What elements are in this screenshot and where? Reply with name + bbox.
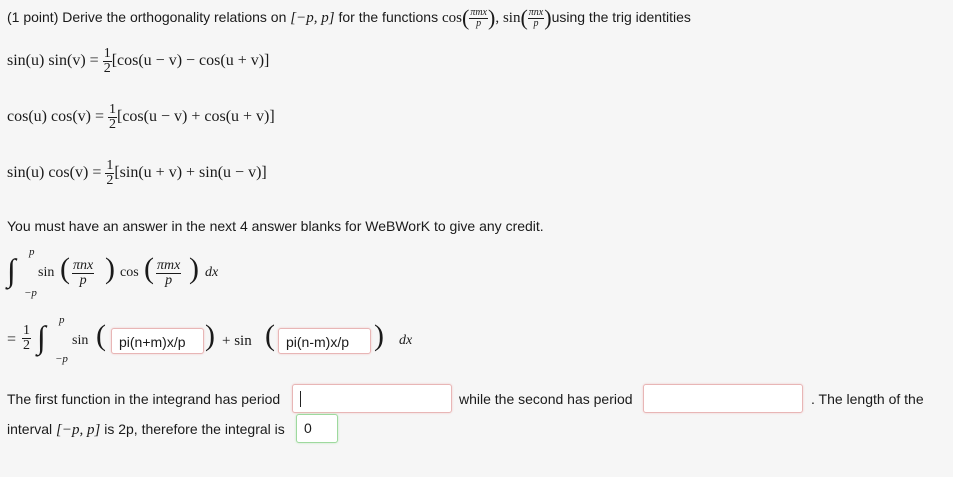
- instruction-text: You must have an answer in the next 4 an…: [7, 218, 544, 234]
- header-sin-arg: πnx p: [527, 6, 545, 29]
- header-interval: [−p, p]: [290, 10, 335, 26]
- header-cos-arg: πmx p: [469, 6, 488, 29]
- integral2-half: 12: [22, 323, 31, 353]
- integral2-upper: p: [59, 314, 65, 326]
- integral-lower: −p: [24, 287, 37, 299]
- answer-box-5[interactable]: 0: [296, 414, 338, 443]
- integral-upper: p: [29, 246, 35, 258]
- integral2-sin: sin: [72, 333, 89, 348]
- identity-sin-cos: sin(u) cos(v) = 1 2 [sin(u + v) + sin(u − …: [7, 158, 267, 188]
- sentence-part3: . The length of the: [811, 391, 924, 407]
- integral-sin: sin: [38, 265, 55, 280]
- sentence-interval: [−p, p]: [56, 422, 101, 438]
- answer-box-2[interactable]: pi(n-m)x/p: [278, 328, 371, 354]
- integral-cos: cos: [120, 265, 139, 280]
- header-prefix: (1 point) Derive the orthogonality relat…: [7, 9, 287, 25]
- integral-arg1: πnx p: [72, 258, 95, 288]
- header-suffix: using the trig identities: [551, 9, 691, 25]
- answer-box-1[interactable]: pi(n+m)x/p: [111, 328, 204, 354]
- header-sin: sin: [502, 10, 521, 26]
- answer-box-4[interactable]: [643, 384, 803, 413]
- identity-sin-sin: sin(u) sin(v) = 1 2 [cos(u − v) − cos(u + …: [7, 46, 270, 76]
- integral-dx: dx: [205, 265, 219, 280]
- integral2-sign: ∫: [37, 319, 46, 355]
- integral-sign: ∫: [7, 252, 16, 288]
- integral-arg2: πmx p: [156, 258, 182, 288]
- answer-box-3[interactable]: [292, 384, 452, 413]
- integral2-dx: dx: [399, 333, 413, 348]
- integral2-plus-sin: + sin: [222, 333, 252, 349]
- sentence-part1: The first function in the integrand has …: [7, 391, 281, 407]
- header-cos: cos: [441, 10, 462, 26]
- sentence-part2: while the second has period: [459, 391, 633, 407]
- integral2-eq: =: [7, 331, 17, 348]
- sentence-line2: interval [−p, p] is 2p, therefore the in…: [7, 421, 285, 438]
- text-cursor: [300, 391, 301, 408]
- problem-header: (1 point) Derive the orthogonality relat…: [7, 5, 691, 30]
- identity-cos-cos: cos(u) cos(v) = 1 2 [cos(u − v) + cos(u + …: [7, 102, 275, 132]
- header-mid: for the functions: [338, 9, 439, 25]
- integral-expression: ∫ p −p sin ( πnx p ) cos ( πmx p ) dx: [7, 246, 219, 299]
- integral2-lower: −p: [55, 353, 68, 365]
